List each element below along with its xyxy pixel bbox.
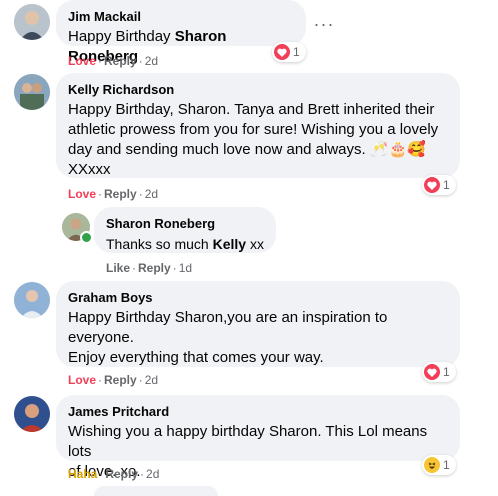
comment-author[interactable]: Graham Boys	[68, 289, 448, 306]
reaction-summary[interactable]: 1	[422, 455, 456, 475]
separator: ·	[172, 261, 177, 275]
separator: ·	[98, 187, 103, 201]
comment-actions: Like · Reply · 1d	[106, 260, 192, 276]
comment-bubble: Graham Boys Happy Birthday Sharon,you ar…	[56, 281, 460, 367]
emoji-group: 🥂🎂🥰	[369, 141, 426, 158]
comment-line: Enjoy everything that comes your way.	[68, 349, 324, 366]
reaction-count: 1	[443, 178, 450, 192]
comment-actions: Love · Reply · 2d	[68, 186, 158, 202]
comment-author[interactable]: James Pritchard	[68, 403, 448, 420]
timestamp[interactable]: 2d	[145, 54, 158, 68]
comment-author[interactable]: Jim Mackail	[68, 8, 294, 25]
reply-button[interactable]: Reply	[138, 261, 171, 275]
comment-text: Happy Birthday Sharon,you are an inspira…	[68, 308, 448, 368]
comment-line: everyone.	[68, 329, 134, 346]
comment-actions: Love · Reply · 2d	[68, 53, 158, 69]
reply-button[interactable]: Reply	[104, 373, 137, 387]
comment-text-part: xx	[246, 236, 264, 252]
comment-bubble: Jim Mackail Happy Birthday Sharon Ronebe…	[56, 0, 306, 65]
reaction-count: 1	[443, 458, 450, 472]
reaction-summary[interactable]: 1	[422, 362, 456, 382]
comment-line-text: day and sending much love now and always…	[68, 141, 370, 158]
timestamp[interactable]: 2d	[145, 373, 158, 387]
ellipsis-icon: ···	[313, 13, 335, 34]
avatar[interactable]	[14, 74, 50, 110]
reaction-summary[interactable]: 1	[422, 175, 456, 195]
separator: ·	[138, 373, 143, 387]
more-options-button[interactable]: ···	[310, 10, 338, 38]
comment-text-part: Happy Birthday	[68, 28, 175, 45]
comment-line: Happy Birthday, Sharon. Tanya and Brett …	[68, 101, 435, 118]
comment-text-part: Thanks so much	[106, 236, 213, 252]
timestamp[interactable]: 1d	[179, 261, 192, 275]
separator: ·	[138, 187, 143, 201]
comment-line: Happy Birthday Sharon,you are an inspira…	[68, 309, 388, 326]
next-comment-bubble-partial	[94, 486, 218, 496]
reply-button[interactable]: Reply	[105, 467, 138, 481]
comment-actions: Love · Reply · 2d	[68, 372, 158, 388]
separator: ·	[132, 261, 137, 275]
separator: ·	[138, 54, 143, 68]
avatar[interactable]	[14, 282, 50, 318]
comment-line: Wishing you a happy birthday Sharon. Thi…	[68, 423, 428, 460]
heart-icon	[424, 177, 440, 193]
comment-text: Happy Birthday, Sharon. Tanya and Brett …	[68, 100, 448, 180]
comment-bubble: Sharon Roneberg Thanks so much Kelly xx	[94, 207, 276, 253]
comment-author[interactable]: Sharon Roneberg	[106, 215, 264, 232]
love-reaction-button[interactable]: Love	[68, 54, 96, 68]
timestamp[interactable]: 2d	[146, 467, 159, 481]
separator: ·	[99, 467, 104, 481]
haha-reaction-button[interactable]: Haha	[68, 467, 97, 481]
separator: ·	[98, 373, 103, 387]
heart-icon	[274, 44, 290, 60]
mentioned-user[interactable]: Kelly	[213, 236, 246, 252]
avatar[interactable]	[14, 4, 50, 40]
comment-line: day and sending much love now and always…	[68, 140, 448, 160]
heart-icon	[424, 364, 440, 380]
comment-actions: Haha · Reply · 2d	[68, 466, 159, 482]
love-reaction-button[interactable]: Love	[68, 373, 96, 387]
comment-bubble: James Pritchard Wishing you a happy birt…	[56, 395, 460, 480]
love-reaction-button[interactable]: Love	[68, 187, 96, 201]
reaction-count: 1	[443, 365, 450, 379]
like-reaction-button[interactable]: Like	[106, 261, 130, 275]
laughing-face-icon	[424, 457, 440, 473]
avatar[interactable]	[14, 396, 50, 432]
separator: ·	[140, 467, 145, 481]
reaction-count: 1	[293, 45, 300, 59]
separator: ·	[98, 54, 103, 68]
reaction-summary[interactable]: 1	[272, 42, 306, 62]
reply-button[interactable]: Reply	[104, 187, 137, 201]
comment-bubble: Kelly Richardson Happy Birthday, Sharon.…	[56, 73, 460, 178]
reply-button[interactable]: Reply	[104, 54, 137, 68]
comment-line: XXxxx	[68, 161, 111, 178]
comment-author[interactable]: Kelly Richardson	[68, 81, 448, 98]
comment-text: Thanks so much Kelly xx	[106, 234, 264, 254]
comment-line: athletic prowess from you for sure! Wish…	[68, 121, 439, 138]
timestamp[interactable]: 2d	[145, 187, 158, 201]
online-status-indicator	[80, 231, 93, 244]
